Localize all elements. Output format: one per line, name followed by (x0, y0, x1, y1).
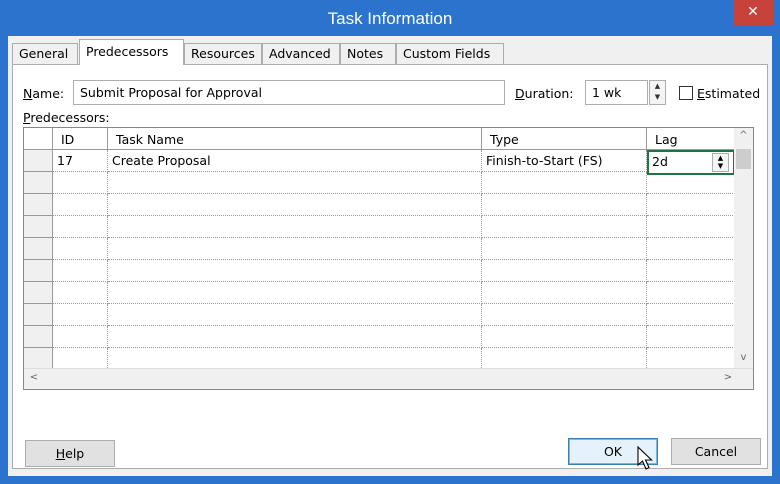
cell-id[interactable]: 17 (53, 150, 108, 172)
cell-task-name[interactable] (108, 172, 482, 194)
cell-id[interactable] (53, 326, 108, 348)
cell-task-name[interactable] (108, 216, 482, 238)
predecessors-grid[interactable]: ID Task Name Type Lag 17 Create Proposal F… (23, 127, 754, 390)
cell-id[interactable] (53, 348, 108, 370)
tab-notes[interactable]: Notes (340, 43, 396, 64)
cell-lag[interactable] (647, 172, 735, 194)
cell-id[interactable] (53, 238, 108, 260)
cell-task-name[interactable] (108, 260, 482, 282)
horizontal-scrollbar[interactable]: < > (24, 368, 753, 389)
cell-lag[interactable] (647, 238, 735, 260)
column-header-lag[interactable]: Lag (647, 128, 735, 150)
row-header[interactable] (24, 260, 53, 282)
cell-task-name[interactable] (108, 304, 482, 326)
name-field[interactable]: Submit Proposal for Approval (73, 80, 505, 105)
lag-edit-box[interactable]: 2d ▲ ▼ (647, 150, 735, 175)
cell-task-name[interactable]: Create Proposal (108, 150, 482, 172)
grid-corner[interactable] (24, 128, 53, 150)
cell-type[interactable] (482, 238, 647, 260)
mouse-cursor-icon (637, 446, 653, 470)
cell-lag[interactable] (647, 194, 735, 216)
row-header[interactable] (24, 150, 53, 172)
cancel-button[interactable]: Cancel (671, 438, 761, 465)
row-header[interactable] (24, 304, 53, 326)
close-button[interactable]: ✕ (733, 0, 773, 26)
cell-type[interactable] (482, 260, 647, 282)
dialog-client-area: General Predecessors Resources Advanced … (8, 36, 772, 476)
cell-lag[interactable] (647, 282, 735, 304)
cell-task-name[interactable] (108, 194, 482, 216)
cell-type[interactable]: Finish-to-Start (FS) (482, 150, 647, 172)
scroll-up-icon[interactable]: ^ (734, 130, 753, 141)
row-header[interactable] (24, 282, 53, 304)
cell-lag[interactable] (647, 326, 735, 348)
task-information-dialog: Task Information ✕ General Predecessors … (0, 0, 780, 484)
tab-predecessors[interactable]: Predecessors (79, 39, 184, 65)
scroll-right-icon[interactable]: > (722, 372, 734, 383)
scroll-down-icon[interactable]: v (734, 352, 753, 363)
cell-lag[interactable] (647, 216, 735, 238)
estimated-checkbox[interactable] (679, 86, 693, 100)
vertical-scrollbar[interactable]: ^ v (734, 128, 753, 368)
spin-down-icon[interactable]: ▼ (650, 92, 665, 103)
cell-lag[interactable] (647, 348, 735, 370)
spin-up-icon[interactable]: ▲ (713, 154, 728, 162)
cell-id[interactable] (53, 172, 108, 194)
lag-spinner[interactable]: ▲ ▼ (712, 153, 729, 172)
cell-type[interactable] (482, 282, 647, 304)
name-label: Name: (23, 86, 65, 101)
spin-up-icon[interactable]: ▲ (650, 81, 665, 92)
column-header-type[interactable]: Type (482, 128, 647, 150)
column-header-task-name[interactable]: Task Name (108, 128, 482, 150)
estimated-label[interactable]: Estimated (697, 86, 760, 101)
tab-resources[interactable]: Resources (184, 43, 262, 64)
duration-label: Duration: (515, 86, 574, 101)
column-header-id[interactable]: ID (53, 128, 108, 150)
duration-spinner[interactable]: ▲ ▼ (649, 80, 666, 105)
cell-task-name[interactable] (108, 282, 482, 304)
cell-lag[interactable] (647, 304, 735, 326)
row-header[interactable] (24, 172, 53, 194)
row-header[interactable] (24, 348, 53, 370)
tab-general[interactable]: General (12, 43, 78, 64)
spin-down-icon[interactable]: ▼ (713, 162, 728, 170)
cell-type[interactable] (482, 304, 647, 326)
row-header[interactable] (24, 216, 53, 238)
cell-type[interactable] (482, 216, 647, 238)
cell-task-name[interactable] (108, 238, 482, 260)
row-header[interactable] (24, 326, 53, 348)
cell-id[interactable] (53, 194, 108, 216)
tab-custom-fields[interactable]: Custom Fields (396, 43, 504, 64)
close-icon: ✕ (747, 4, 759, 20)
cell-task-name[interactable] (108, 348, 482, 370)
cell-id[interactable] (53, 216, 108, 238)
predecessors-panel: Name: Submit Proposal for Approval Durat… (12, 64, 768, 469)
cell-type[interactable] (482, 348, 647, 370)
row-header[interactable] (24, 194, 53, 216)
cell-task-name[interactable] (108, 326, 482, 348)
help-button[interactable]: Help (25, 440, 115, 467)
row-header[interactable] (24, 238, 53, 260)
cell-type[interactable] (482, 194, 647, 216)
predecessors-label: Predecessors: (23, 110, 110, 125)
cell-id[interactable] (53, 260, 108, 282)
tab-advanced[interactable]: Advanced (262, 43, 340, 64)
cell-type[interactable] (482, 172, 647, 194)
window-title: Task Information (327, 9, 453, 28)
cell-lag[interactable] (647, 260, 735, 282)
scroll-thumb[interactable] (736, 149, 751, 169)
duration-field[interactable]: 1 wk (585, 80, 648, 105)
title-bar[interactable]: Task Information ✕ (0, 0, 780, 36)
cell-id[interactable] (53, 304, 108, 326)
cell-id[interactable] (53, 282, 108, 304)
lag-edit-value[interactable]: 2d (652, 154, 668, 169)
scroll-left-icon[interactable]: < (28, 372, 40, 383)
cell-type[interactable] (482, 326, 647, 348)
